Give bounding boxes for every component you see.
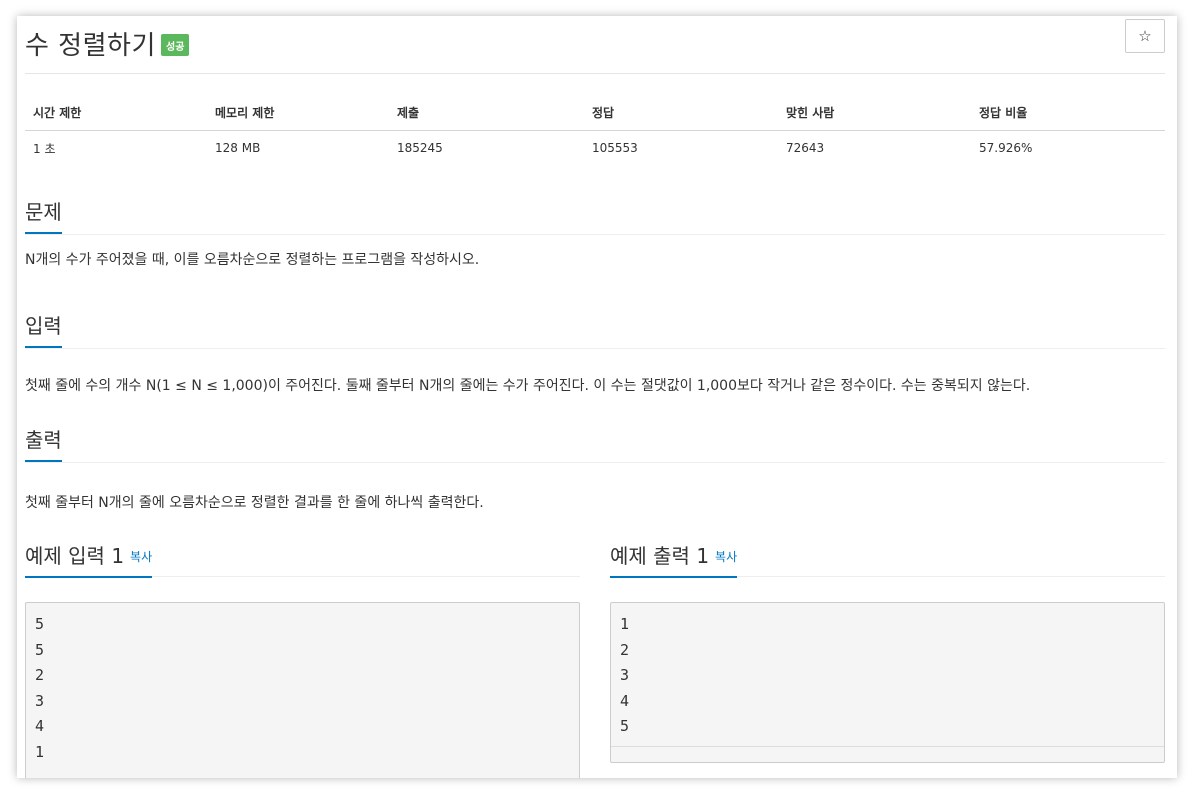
input-headline: 입력 — [25, 310, 1165, 349]
info-header-submissions: 제출 — [389, 96, 584, 131]
info-header-time-limit: 시간 제한 — [25, 96, 207, 131]
sample-input-heading: 예제 입력 1 — [25, 544, 125, 568]
info-header-row: 시간 제한 메모리 제한 제출 정답 맞힌 사람 정답 비율 — [25, 96, 1165, 131]
sample-input-headline: 예제 입력 1 복사 — [25, 540, 580, 578]
info-memory-limit: 128 MB — [215, 141, 261, 156]
favorite-button[interactable]: ☆ — [1125, 19, 1165, 53]
star-icon: ☆ — [1138, 27, 1152, 45]
sample-input-copy-link[interactable]: 복사 — [130, 550, 152, 564]
problem-info-table: 시간 제한 메모리 제한 제출 정답 맞힌 사람 정답 비율 1 초 128 M… — [25, 96, 1165, 166]
output-text: 첫째 줄부터 N개의 줄에 오름차순으로 정렬한 결과를 한 줄에 하나씩 출력… — [25, 495, 484, 511]
info-time-limit: 1 초 — [33, 141, 56, 156]
description-section: 문제 N개의 수가 주어졌을 때, 이를 오름차순으로 정렬하는 프로그램을 작… — [25, 196, 1165, 268]
input-text: 첫째 줄에 수의 개수 N(1 ≤ N ≤ 1,000)이 주어진다. 둘째 줄… — [25, 378, 1031, 394]
sample-output-heading: 예제 출력 1 — [610, 544, 710, 568]
sample-input: 예제 입력 1 복사 5 5 2 3 4 1 — [25, 540, 580, 778]
sample-output-copy-link[interactable]: 복사 — [715, 550, 737, 564]
info-accepted[interactable]: 105553 — [584, 130, 778, 166]
sample-input-data[interactable]: 5 5 2 3 4 1 — [25, 602, 580, 778]
info-value-row: 1 초 128 MB 185245 105553 72643 57.926% — [25, 130, 1165, 166]
output-heading: 출력 — [25, 426, 62, 462]
sample-output-heading-wrap: 예제 출력 1 복사 — [610, 542, 738, 578]
sample-output-data[interactable]: 1 2 3 4 5 — [610, 602, 1165, 763]
input-heading: 입력 — [25, 312, 62, 348]
output-headline: 출력 — [25, 424, 1165, 463]
description-headline: 문제 — [25, 196, 1165, 235]
description-heading: 문제 — [25, 198, 62, 234]
problem-title: 수 정렬하기 — [25, 31, 156, 61]
info-submissions[interactable]: 185245 — [389, 130, 584, 166]
sample-output-headline: 예제 출력 1 복사 — [610, 540, 1165, 578]
sample-input-heading-wrap: 예제 입력 1 복사 — [25, 542, 153, 578]
sample-output-divider — [611, 746, 1164, 747]
input-section: 입력 첫째 줄에 수의 개수 N(1 ≤ N ≤ 1,000)이 주어진다. 둘… — [25, 310, 1165, 394]
description-text: N개의 수가 주어졌을 때, 이를 오름차순으로 정렬하는 프로그램을 작성하시… — [25, 252, 480, 268]
title-row: 수 정렬하기 성공 ☆ — [25, 16, 1165, 74]
info-header-accepted: 정답 — [584, 96, 778, 131]
info-header-memory-limit: 메모리 제한 — [207, 96, 389, 131]
info-header-solved-users: 맞힌 사람 — [778, 96, 971, 131]
problem-page: 수 정렬하기 성공 ☆ 시간 제한 메모리 제한 제출 정답 맞힌 사람 정답 … — [17, 16, 1177, 778]
status-badge: 성공 — [161, 34, 190, 56]
output-section: 출력 첫째 줄부터 N개의 줄에 오름차순으로 정렬한 결과를 한 줄에 하나씩… — [25, 424, 1165, 511]
info-accept-ratio: 57.926% — [979, 141, 1033, 156]
info-header-accept-ratio: 정답 비율 — [971, 96, 1165, 131]
info-solved-users[interactable]: 72643 — [778, 130, 971, 166]
sample-output: 예제 출력 1 복사 1 2 3 4 5 — [610, 540, 1165, 763]
